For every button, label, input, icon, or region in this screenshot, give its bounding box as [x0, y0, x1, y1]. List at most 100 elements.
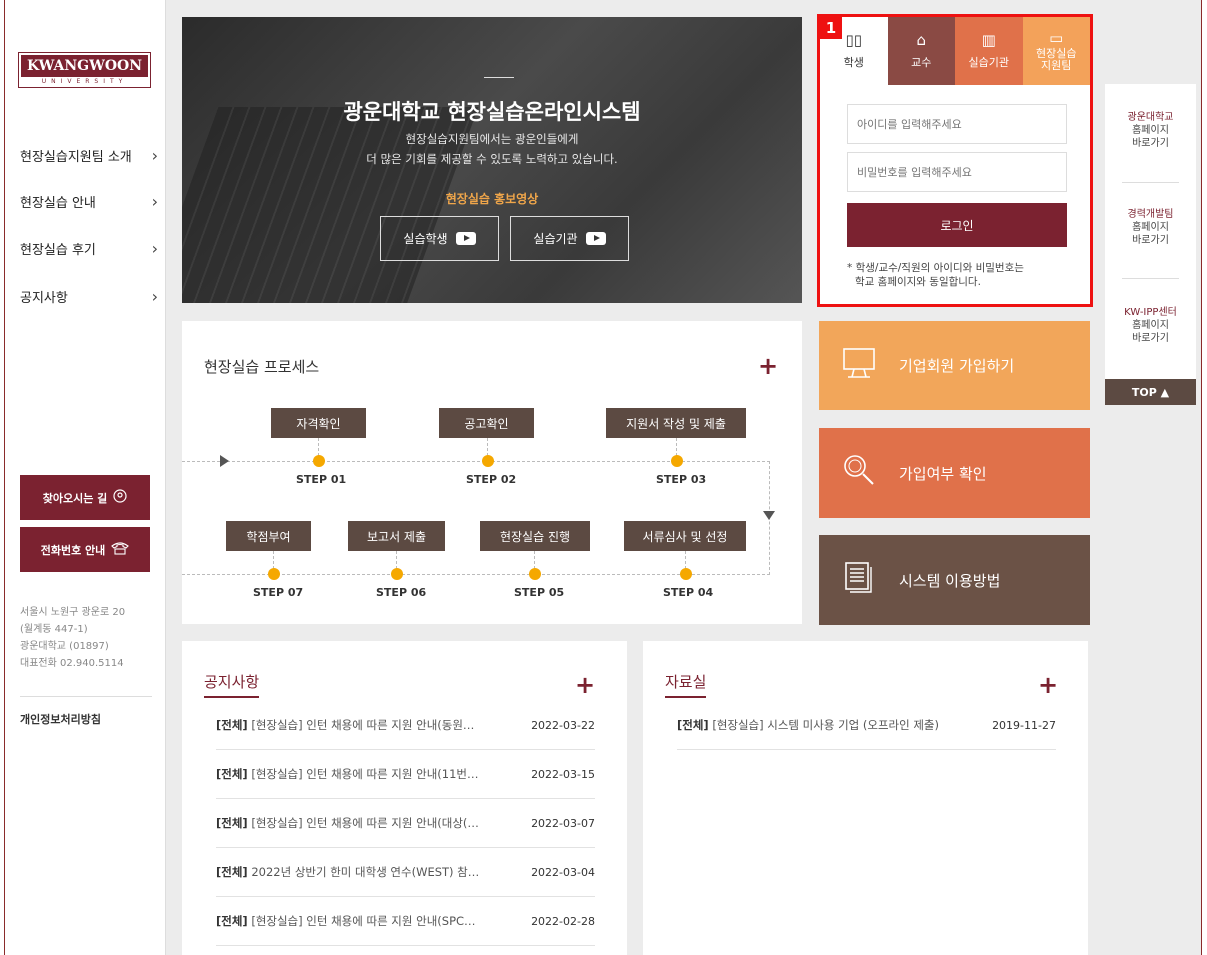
quick-link-title: 경력개발팀: [1127, 209, 1174, 220]
action-label: 가입여부 확인: [899, 464, 987, 483]
connector: [487, 438, 488, 456]
address-line: 광운대학교 (01897): [20, 641, 109, 652]
quick-link-text: 바로가기: [1132, 138, 1169, 149]
divider: [1122, 182, 1179, 183]
notice-row[interactable]: [전체] [현장실습] 인턴 채용에 따른 지원 안내(SPC… 2022-02…: [216, 897, 595, 946]
phone-icon: [111, 541, 130, 558]
tab-professor[interactable]: ⌂ 교수: [887, 17, 955, 85]
id-input[interactable]: [847, 104, 1067, 144]
privacy-policy-link[interactable]: 개인정보처리방침: [20, 711, 101, 727]
step-label: STEP 02: [466, 473, 517, 486]
chevron-right-icon: ›: [151, 238, 158, 258]
annotation-badge: 1: [820, 17, 842, 39]
notice-date: 2022-02-28: [531, 914, 595, 928]
quick-link-title: KW-IPP센터: [1124, 307, 1177, 318]
button-label: 실습기관: [533, 232, 578, 246]
notice-row[interactable]: [전체] [현장실습] 인턴 채용에 따른 지원 안내(대상(… 2022-03…: [216, 799, 595, 848]
phone-info-button[interactable]: 전화번호 안내: [20, 527, 150, 572]
notice-date: 2022-03-04: [531, 865, 595, 879]
step-dot: [313, 455, 325, 467]
phone-info-label: 전화번호 안내: [40, 543, 106, 557]
step-dot: [391, 568, 403, 580]
quick-link-text: 홈페이지: [1132, 125, 1169, 136]
step-label: STEP 04: [663, 586, 714, 599]
tab-label: 학생: [843, 55, 864, 69]
student-video-button[interactable]: 실습학생: [380, 216, 499, 261]
chevron-right-icon: ›: [151, 191, 158, 211]
nav-item-guide[interactable]: 현장실습 안내 ›: [20, 190, 158, 212]
nav-label: 현장실습지원팀 소개: [20, 149, 132, 165]
step-label: STEP 03: [656, 473, 707, 486]
nav-item-reviews[interactable]: 현장실습 후기 ›: [20, 237, 158, 259]
plus-icon[interactable]: +: [758, 354, 778, 378]
notice-board: 공지사항 + [전체] [현장실습] 인턴 채용에 따른 지원 안내(동원… 2…: [182, 641, 627, 955]
category-tag: [전체]: [216, 767, 248, 781]
category-tag: [전체]: [216, 914, 248, 928]
category-tag: [전체]: [216, 816, 248, 830]
notice-row[interactable]: [전체] [현장실습] 인턴 채용에 따른 지원 안내(동원… 2022-03-…: [216, 701, 595, 750]
tab-label: 실습기관: [968, 55, 1009, 69]
divider: [1122, 278, 1179, 279]
library-row[interactable]: [전체] [현장실습] 시스템 미사용 기업 (오프라인 제출) 2019-11…: [677, 701, 1056, 750]
nav-label: 현장실습 안내: [20, 195, 96, 211]
plus-icon[interactable]: +: [575, 673, 595, 697]
login-note-line: 학교 홈페이지와 동일합니다.: [855, 276, 981, 288]
hero-subtitle: 더 많은 기회를 제공할 수 있도록 노력하고 있습니다.: [366, 152, 618, 166]
book-icon: ▯▯: [845, 30, 862, 49]
chevron-right-icon: ›: [151, 145, 158, 165]
plus-icon[interactable]: +: [1038, 673, 1058, 697]
tab-organization[interactable]: ▥ 실습기관: [955, 17, 1023, 85]
notice-date: 2022-03-15: [531, 767, 595, 781]
action-label: 기업회원 가입하기: [899, 357, 1015, 375]
process-step: 학점부여: [226, 521, 311, 551]
step-dot: [680, 568, 692, 580]
directions-label: 찾아오시는 길: [42, 491, 108, 505]
login-button[interactable]: 로그인: [847, 203, 1067, 247]
password-input[interactable]: [847, 152, 1067, 192]
library-text: [전체] [현장실습] 시스템 미사용 기업 (오프라인 제출): [677, 717, 939, 733]
promo-video-label: 현장실습 홍보영상: [445, 192, 539, 206]
quick-link-title: 광운대학교: [1127, 112, 1174, 123]
step-label: STEP 07: [253, 586, 304, 599]
arrow-down-icon: [763, 511, 775, 520]
step-label: STEP 01: [296, 473, 347, 486]
connector: [273, 551, 274, 569]
org-video-button[interactable]: 실습기관: [510, 216, 629, 261]
library-title: 자료실: [665, 671, 707, 698]
notice-text: [전체] [현장실습] 인턴 채용에 따른 지원 안내(대상(…: [216, 815, 479, 831]
hero-banner: 광운대학교 현장실습온라인시스템 현장실습지원팀에서는 광운인들에게 더 많은 …: [182, 17, 802, 303]
monitor-icon: ▭: [1049, 28, 1064, 47]
arrow-right-icon: [220, 455, 229, 467]
notice-text: [전체] [현장실습] 인턴 채용에 따른 지원 안내(11번…: [216, 766, 478, 782]
hero-subtitle: 현장실습지원팀에서는 광운인들에게: [405, 132, 579, 146]
category-tag: [전체]: [677, 718, 709, 732]
graduation-cap-icon: ⌂: [916, 30, 927, 49]
scroll-top-button[interactable]: TOP ▲: [1105, 379, 1196, 405]
university-logo[interactable]: KWANGWOON UNIVERSITY: [18, 52, 151, 88]
building-icon: ▥: [981, 30, 996, 49]
quick-link-career[interactable]: 경력개발팀 홈페이지 바로가기: [1105, 208, 1196, 247]
notice-row[interactable]: [전체] 2022년 상반기 한미 대학생 연수(WEST) 참… 2022-0…: [216, 848, 595, 897]
corporate-signup-button[interactable]: 기업회원 가입하기: [819, 321, 1090, 410]
sidebar: KWANGWOON UNIVERSITY 현장실습지원팀 소개 › 현장실습 안내…: [5, 0, 166, 955]
login-panel: 1 ▯▯ 학생 ⌂ 교수 ▥ 실습기관 ▭ 현장실습 지원팀 로그인 * 학생/…: [817, 14, 1093, 307]
notice-row[interactable]: [전체] [현장실습] 인턴 채용에 따른 지원 안내(11번… 2022-03…: [216, 750, 595, 799]
process-step: 자격확인: [271, 408, 366, 438]
tab-support-team[interactable]: ▭ 현장실습 지원팀: [1022, 17, 1090, 85]
usage-guide-button[interactable]: 시스템 이용방법: [819, 535, 1090, 625]
nav-item-notices[interactable]: 공지사항 ›: [20, 285, 158, 307]
notice-text: [현장실습] 인턴 채용에 따른 지원 안내(SPC…: [247, 914, 476, 928]
notice-date: 2022-03-22: [531, 718, 595, 732]
nav-item-team-intro[interactable]: 현장실습지원팀 소개 ›: [20, 144, 158, 166]
play-icon: [585, 232, 606, 245]
directions-button[interactable]: 찾아오시는 길: [20, 475, 150, 520]
membership-check-button[interactable]: 가입여부 확인: [819, 428, 1090, 518]
hero-divider: [484, 77, 514, 78]
quick-link-kw-homepage[interactable]: 광운대학교 홈페이지 바로가기: [1105, 111, 1196, 150]
process-step: 현장실습 진행: [480, 521, 590, 551]
library-date: 2019-11-27: [992, 718, 1056, 732]
nav-label: 현장실습 후기: [20, 242, 96, 258]
connector: [318, 438, 319, 456]
quick-link-kw-ipp[interactable]: KW-IPP센터 홈페이지 바로가기: [1105, 306, 1196, 345]
button-label: 실습학생: [403, 232, 448, 246]
